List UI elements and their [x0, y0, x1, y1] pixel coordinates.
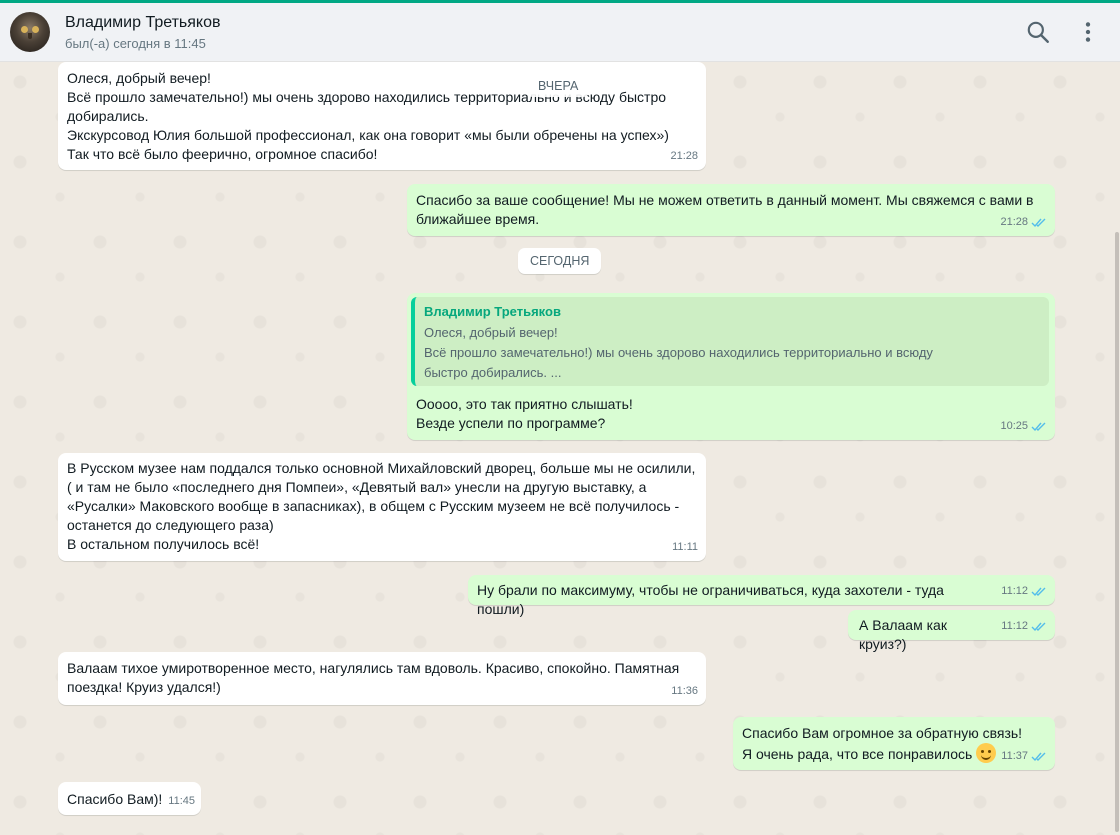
message-time: 21:28	[670, 150, 698, 162]
outgoing-message[interactable]: Спасибо Вам огромное за обратную связь! …	[733, 717, 1055, 770]
message-list[interactable]: Олеся, добрый вечер! Всё прошло замечате…	[0, 62, 1120, 835]
quoted-message[interactable]: Владимир Третьяков Олеся, добрый вечер! …	[411, 297, 1049, 386]
message-meta: 10:25	[1000, 417, 1047, 436]
incoming-message[interactable]: Спасибо Вам)! 11:45	[58, 782, 201, 815]
scrollbar[interactable]	[1114, 62, 1120, 835]
quoted-text: Олеся, добрый вечер! Всё прошло замечате…	[424, 325, 933, 380]
outgoing-message[interactable]: А Валаам как круиз?) 11:12	[848, 610, 1055, 652]
smiling-face-icon	[976, 743, 997, 763]
outgoing-message[interactable]: Спасибо за ваше сообщение! Мы не можем о…	[407, 184, 1055, 236]
quoted-author: Владимир Третьяков	[424, 304, 561, 319]
message-meta: 11:36	[671, 682, 698, 701]
day-label-yesterday: ВЧЕРА	[526, 75, 591, 97]
message-text: А Валаам как круиз?)	[859, 617, 947, 652]
incoming-message[interactable]: Олеся, добрый вечер! Всё прошло замечате…	[58, 62, 706, 170]
message-time: 11:36	[671, 685, 698, 697]
message-text: Спасибо за ваше сообщение! Мы не можем о…	[416, 192, 1034, 227]
outgoing-message[interactable]: Ну брали по максимуму, чтобы не ограничи…	[468, 575, 1055, 617]
scrollbar-thumb[interactable]	[1115, 232, 1119, 832]
avatar[interactable]	[10, 12, 50, 52]
read-receipt-icon	[1031, 622, 1046, 632]
kebab-menu-icon[interactable]	[1075, 19, 1101, 45]
message-meta: 11:12	[1001, 582, 1047, 601]
message-meta: 11:37	[1001, 747, 1047, 766]
contact-last-seen: был(-а) сегодня в 11:45	[65, 36, 206, 51]
message-time: 11:45	[168, 795, 195, 807]
message-time: 10:25	[1000, 420, 1028, 432]
message-time: 11:12	[1001, 620, 1028, 632]
read-receipt-icon	[1031, 422, 1046, 432]
message-text: В Русском музее нам поддался только осно…	[67, 460, 696, 552]
message-text: Валаам тихое умиротворенное место, нагул…	[67, 660, 680, 695]
read-receipt-icon	[1031, 752, 1046, 762]
message-meta: 21:28	[1000, 213, 1047, 232]
message-time: 11:12	[1001, 585, 1028, 597]
message-time: 21:28	[1000, 216, 1028, 228]
incoming-message[interactable]: Валаам тихое умиротворенное место, нагул…	[58, 652, 706, 705]
message-meta: 21:28	[670, 147, 698, 166]
day-label-today: СЕГОДНЯ	[518, 248, 602, 274]
contact-name[interactable]: Владимир Третьяков	[65, 14, 221, 32]
message-text: Олеся, добрый вечер! Всё прошло замечате…	[67, 70, 669, 162]
message-meta: 11:45	[168, 792, 195, 811]
message-time: 11:37	[1001, 750, 1028, 762]
chat-header: Владимир Третьяков был(-а) сегодня в 11:…	[0, 3, 1120, 62]
message-meta: 11:12	[1001, 617, 1047, 636]
message-meta: 11:11	[672, 538, 698, 557]
search-icon[interactable]	[1025, 19, 1051, 45]
read-receipt-icon	[1031, 218, 1046, 228]
message-text: Ооооо, это так приятно слышать! Везде ус…	[416, 396, 633, 431]
incoming-message[interactable]: В Русском музее нам поддался только осно…	[58, 453, 706, 561]
outgoing-message[interactable]: Владимир Третьяков Олеся, добрый вечер! …	[407, 293, 1055, 440]
read-receipt-icon	[1031, 587, 1046, 597]
message-time: 11:11	[672, 541, 698, 553]
